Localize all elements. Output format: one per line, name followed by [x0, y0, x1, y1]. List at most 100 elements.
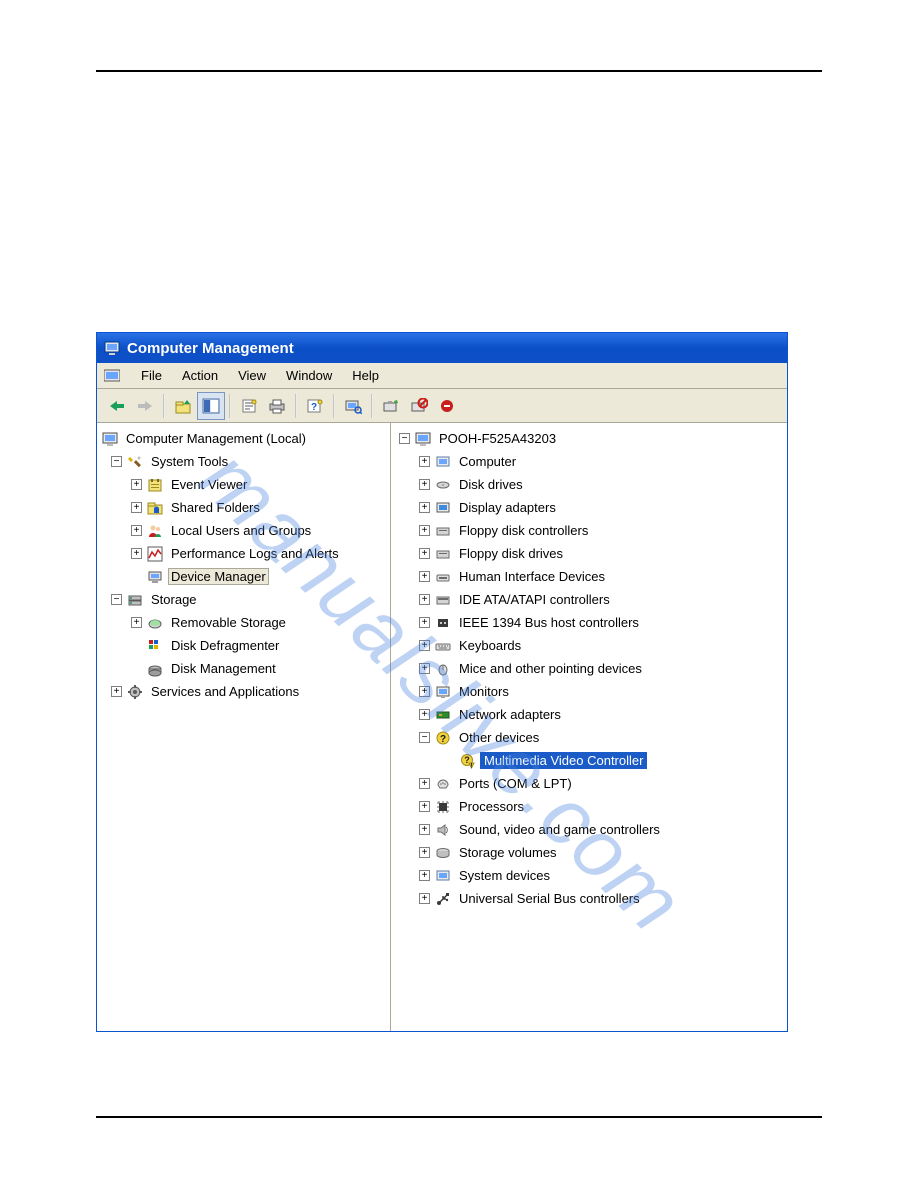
scan-hardware-button[interactable]	[339, 392, 367, 420]
titlebar[interactable]: Computer Management	[97, 333, 787, 363]
cat-sound-label: Sound, video and game controllers	[456, 821, 663, 838]
exp-r2[interactable]: +	[419, 479, 430, 490]
right-pane[interactable]: − POOH-F525A43203 + Computer +Disk drives…	[391, 423, 787, 1032]
exp-r14[interactable]: +	[419, 801, 430, 812]
unknown-warning-icon: ?!	[458, 752, 476, 770]
tree-services[interactable]: + Services and Applications	[99, 680, 388, 703]
tree-root[interactable]: Computer Management (Local)	[99, 427, 388, 450]
menu-view[interactable]: View	[228, 366, 276, 385]
print-button[interactable]	[263, 392, 291, 420]
collapse-toggle[interactable]: −	[111, 456, 122, 467]
cat-floppyctrl[interactable]: + Floppy disk controllers	[393, 519, 785, 542]
defrag-icon	[146, 637, 164, 655]
device-multimedia[interactable]: ?!Multimedia Video Controller	[393, 749, 785, 772]
exp-r1[interactable]: +	[419, 456, 430, 467]
tree-device-manager[interactable]: Device Manager	[99, 565, 388, 588]
cat-ieee[interactable]: +IEEE 1394 Bus host controllers	[393, 611, 785, 634]
processor-icon	[434, 798, 452, 816]
enable-button[interactable]	[433, 392, 461, 420]
exp-r9[interactable]: +	[419, 640, 430, 651]
cat-usb[interactable]: +Universal Serial Bus controllers	[393, 887, 785, 910]
cat-network[interactable]: +Network adapters	[393, 703, 785, 726]
cat-ide[interactable]: +IDE ATA/ATAPI controllers	[393, 588, 785, 611]
exp-r10[interactable]: +	[419, 663, 430, 674]
sysdev-icon	[434, 867, 452, 885]
expand-toggle[interactable]: +	[131, 479, 142, 490]
exp-r11[interactable]: +	[419, 686, 430, 697]
cat-sysdev[interactable]: +System devices	[393, 864, 785, 887]
exp-r12[interactable]: +	[419, 709, 430, 720]
left-pane[interactable]: Computer Management (Local) − System Too…	[97, 423, 391, 1032]
expand-toggle-2[interactable]: +	[131, 502, 142, 513]
expand-toggle-6[interactable]: +	[111, 686, 122, 697]
system-menu-icon[interactable]	[101, 367, 123, 385]
cat-display[interactable]: +Display adapters	[393, 496, 785, 519]
tree-perf-logs[interactable]: + Performance Logs and Alerts	[99, 542, 388, 565]
show-hide-tree-button[interactable]	[197, 392, 225, 420]
tree-storage[interactable]: − Storage	[99, 588, 388, 611]
cat-keyboards[interactable]: +Keyboards	[393, 634, 785, 657]
cat-floppydrv-label: Floppy disk drives	[456, 545, 566, 562]
cat-mice[interactable]: +Mice and other pointing devices	[393, 657, 785, 680]
forward-button[interactable]	[131, 392, 159, 420]
exp-r6[interactable]: +	[419, 571, 430, 582]
exp-r4[interactable]: +	[419, 525, 430, 536]
right-tree: − POOH-F525A43203 + Computer +Disk drives…	[391, 423, 787, 918]
exp-r3[interactable]: +	[419, 502, 430, 513]
up-button[interactable]	[169, 392, 197, 420]
cat-floppyctrl-label: Floppy disk controllers	[456, 522, 591, 539]
tree-diskmgmt[interactable]: Disk Management	[99, 657, 388, 680]
cat-computer-label: Computer	[456, 453, 519, 470]
cat-ports-label: Ports (COM & LPT)	[456, 775, 575, 792]
menubar: File Action View Window Help	[97, 363, 787, 389]
cat-monitors[interactable]: +Monitors	[393, 680, 785, 703]
tree-defrag[interactable]: Disk Defragmenter	[99, 634, 388, 657]
cat-processors[interactable]: +Processors	[393, 795, 785, 818]
ieee-icon	[434, 614, 452, 632]
tree-shared-folders[interactable]: + Shared Folders	[99, 496, 388, 519]
exp-r8[interactable]: +	[419, 617, 430, 628]
collapse-toggle-r2[interactable]: −	[419, 732, 430, 743]
exp-r16[interactable]: +	[419, 847, 430, 858]
exp-r15[interactable]: +	[419, 824, 430, 835]
exp-r7[interactable]: +	[419, 594, 430, 605]
properties-button[interactable]	[235, 392, 263, 420]
expand-toggle-3[interactable]: +	[131, 525, 142, 536]
cat-computer[interactable]: + Computer	[393, 450, 785, 473]
expand-toggle-4[interactable]: +	[131, 548, 142, 559]
exp-r5[interactable]: +	[419, 548, 430, 559]
cat-storagevol[interactable]: +Storage volumes	[393, 841, 785, 864]
cat-ports[interactable]: + Ports (COM & LPT)	[393, 772, 785, 795]
exp-r17[interactable]: +	[419, 870, 430, 881]
exp-r13[interactable]: +	[419, 778, 430, 789]
floppy-drive-icon	[434, 545, 452, 563]
tree-local-users[interactable]: + Local Users and Groups	[99, 519, 388, 542]
help-button[interactable]: ?	[301, 392, 329, 420]
cat-sound[interactable]: + Sound, video and game controllers	[393, 818, 785, 841]
svg-text:!: !	[471, 763, 473, 769]
collapse-toggle-2[interactable]: −	[111, 594, 122, 605]
uninstall-button[interactable]	[377, 392, 405, 420]
storage-icon	[126, 591, 144, 609]
menu-action[interactable]: Action	[172, 366, 228, 385]
cat-other[interactable]: −?Other devices	[393, 726, 785, 749]
tree-removable[interactable]: + Removable Storage	[99, 611, 388, 634]
event-viewer-icon	[146, 476, 164, 494]
disable-button[interactable]	[405, 392, 433, 420]
tree-system-tools[interactable]: − System Tools	[99, 450, 388, 473]
collapse-toggle-r[interactable]: −	[399, 433, 410, 444]
page-bottom-rule	[96, 1116, 822, 1118]
cat-floppydrv[interactable]: + Floppy disk drives	[393, 542, 785, 565]
menu-help[interactable]: Help	[342, 366, 389, 385]
title-text: Computer Management	[127, 340, 294, 357]
cat-hid[interactable]: +Human Interface Devices	[393, 565, 785, 588]
menu-window[interactable]: Window	[276, 366, 342, 385]
cat-diskdrives[interactable]: +Disk drives	[393, 473, 785, 496]
exp-r18[interactable]: +	[419, 893, 430, 904]
expand-toggle-5[interactable]: +	[131, 617, 142, 628]
back-button[interactable]	[103, 392, 131, 420]
toolbar-separator-3	[295, 394, 297, 418]
menu-file[interactable]: File	[131, 366, 172, 385]
device-root[interactable]: − POOH-F525A43203	[393, 427, 785, 450]
tree-event-viewer[interactable]: + Event Viewer	[99, 473, 388, 496]
